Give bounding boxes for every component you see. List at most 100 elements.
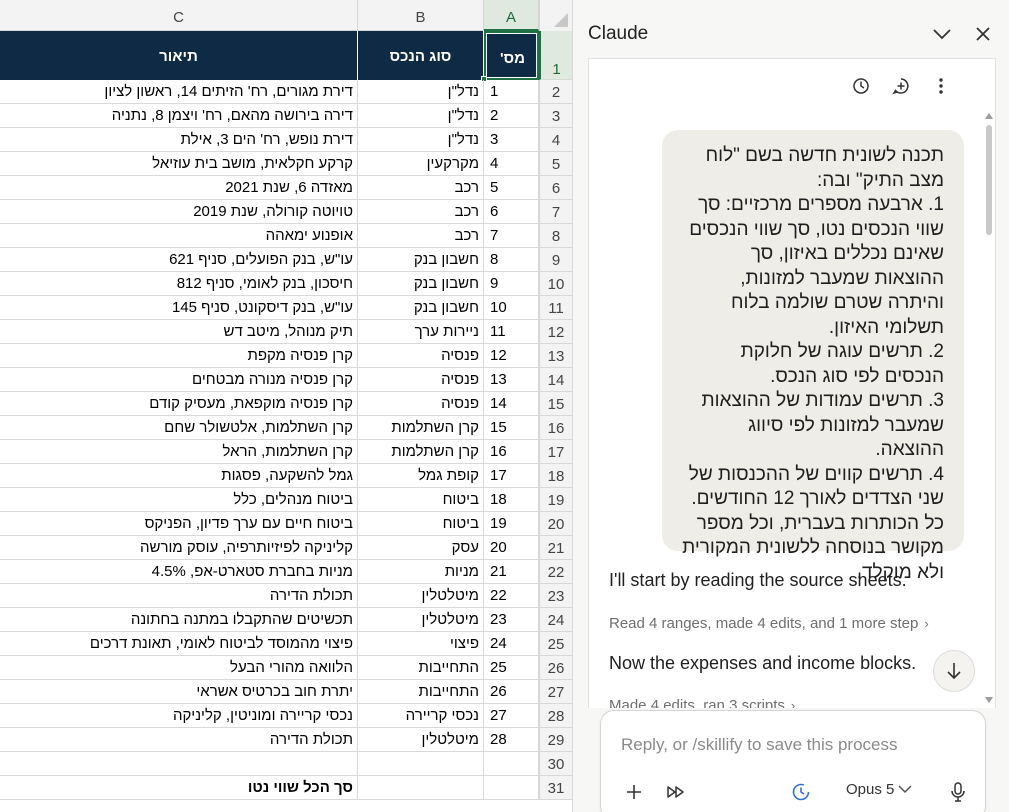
row-number[interactable]: 24	[539, 608, 572, 632]
asset-type-cell[interactable]: רכב	[358, 200, 484, 224]
number-cell[interactable]: 11	[484, 320, 539, 344]
more-options-icon[interactable]	[926, 71, 956, 101]
row-number[interactable]: 16	[539, 416, 572, 440]
microphone-icon[interactable]	[943, 777, 973, 807]
scroll-up-arrow-icon[interactable]	[985, 113, 993, 119]
model-selector[interactable]: Opus 5	[846, 781, 912, 798]
asset-type-cell[interactable]: התחייבות	[358, 656, 484, 680]
asset-type-cell[interactable]: קרן השתלמות	[358, 416, 484, 440]
number-cell[interactable]: 27	[484, 704, 539, 728]
row-number[interactable]: 30	[539, 752, 572, 776]
asset-type-cell[interactable]	[358, 752, 484, 776]
number-cell[interactable]: 22	[484, 584, 539, 608]
row-number[interactable]: 8	[539, 224, 572, 248]
number-cell[interactable]: 20	[484, 536, 539, 560]
description-cell[interactable]: דירת מגורים, רח' הזיתים 14, ראשון לציון	[0, 80, 358, 104]
row-number[interactable]: 29	[539, 728, 572, 752]
asset-type-cell[interactable]: ביטוח	[358, 512, 484, 536]
row-number[interactable]: 27	[539, 680, 572, 704]
number-cell[interactable]: 3	[484, 128, 539, 152]
asset-type-cell[interactable]: מיטלטלין	[358, 728, 484, 752]
description-cell[interactable]: קרן השתלמות, אלטשולר שחם	[0, 416, 358, 440]
chevron-down-icon[interactable]	[927, 19, 957, 49]
asset-type-cell[interactable]: חשבון בנק	[358, 272, 484, 296]
row-number[interactable]: 11	[539, 296, 572, 320]
reply-input[interactable]	[621, 735, 961, 755]
scroll-down-arrow-icon[interactable]	[985, 697, 993, 703]
description-cell[interactable]: חיסכון, בנק לאומי, סניף 812	[0, 272, 358, 296]
asset-type-cell[interactable]: נדל"ן	[358, 128, 484, 152]
number-cell[interactable]: 14	[484, 392, 539, 416]
new-chat-icon[interactable]	[886, 71, 916, 101]
row-number[interactable]: 28	[539, 704, 572, 728]
description-cell[interactable]: עו"ש, בנק הפועלים, סניף 621	[0, 248, 358, 272]
row-number[interactable]: 13	[539, 344, 572, 368]
number-cell[interactable]: 24	[484, 632, 539, 656]
description-cell[interactable]: פיצוי מהמוסד לביטוח לאומי, תאונת דרכים	[0, 632, 358, 656]
number-cell[interactable]: 10	[484, 296, 539, 320]
column-header-a[interactable]: A	[484, 0, 539, 31]
description-cell[interactable]: טויוטה קורולה, שנת 2019	[0, 200, 358, 224]
column-header-b[interactable]: B	[358, 0, 484, 31]
chat-scrollbar[interactable]	[985, 113, 993, 703]
header-asset-type-cell[interactable]: סוג הנכס	[358, 31, 484, 80]
number-cell[interactable]: 23	[484, 608, 539, 632]
number-cell[interactable]: 18	[484, 488, 539, 512]
number-cell[interactable]: 19	[484, 512, 539, 536]
row-number[interactable]: 15	[539, 392, 572, 416]
asset-type-cell[interactable]: נדל"ן	[358, 80, 484, 104]
asset-type-cell[interactable]: פנסיה	[358, 344, 484, 368]
skip-forward-icon[interactable]	[661, 777, 691, 807]
row-number[interactable]: 20	[539, 512, 572, 536]
asset-type-cell[interactable]: ניירות ערך	[358, 320, 484, 344]
row-number[interactable]: 9	[539, 248, 572, 272]
description-cell[interactable]: הלוואה מהורי הבעל	[0, 656, 358, 680]
description-cell[interactable]: יתרת חוב בכרטיס אשראי	[0, 680, 358, 704]
number-cell[interactable]: 25	[484, 656, 539, 680]
asset-type-cell[interactable]: פנסיה	[358, 392, 484, 416]
row-number[interactable]: 6	[539, 176, 572, 200]
number-cell[interactable]: 2	[484, 104, 539, 128]
number-cell[interactable]: 9	[484, 272, 539, 296]
number-cell[interactable]: 4	[484, 152, 539, 176]
description-cell[interactable]: סך הכל שווי נטו	[0, 776, 358, 800]
row-number[interactable]: 25	[539, 632, 572, 656]
close-icon[interactable]	[968, 19, 998, 49]
description-cell[interactable]: ביטוח חיים עם ערך פדיון, הפניקס	[0, 512, 358, 536]
number-cell[interactable]: 8	[484, 248, 539, 272]
number-cell[interactable]: 12	[484, 344, 539, 368]
asset-type-cell[interactable]: רכב	[358, 224, 484, 248]
number-cell[interactable]: 28	[484, 728, 539, 752]
asset-type-cell[interactable]: פיצוי	[358, 632, 484, 656]
asset-type-cell[interactable]: קופת גמל	[358, 464, 484, 488]
asset-type-cell[interactable]: מיטלטלין	[358, 584, 484, 608]
description-cell[interactable]	[0, 752, 358, 776]
asset-type-cell[interactable]: נדל"ן	[358, 104, 484, 128]
asset-type-cell[interactable]: מיטלטלין	[358, 608, 484, 632]
description-cell[interactable]: דירה בירושה מהאם, רח' ויצמן 8, נתניה	[0, 104, 358, 128]
header-number-cell-selected[interactable]: מס'	[484, 31, 539, 80]
description-cell[interactable]: נכסי קריירה ומוניטין, קליניקה	[0, 704, 358, 728]
asset-type-cell[interactable]: קרן השתלמות	[358, 440, 484, 464]
description-cell[interactable]: גמל להשקעה, פסגות	[0, 464, 358, 488]
row-number[interactable]: 14	[539, 368, 572, 392]
description-cell[interactable]: מניות בחברת סטארט-אפ, 4.5%	[0, 560, 358, 584]
row-number[interactable]: 7	[539, 200, 572, 224]
description-cell[interactable]: תכולת הדירה	[0, 584, 358, 608]
number-cell[interactable]	[484, 776, 539, 800]
description-cell[interactable]: קליניקה לפיזיותרפיה, עוסק מורשה	[0, 536, 358, 560]
add-attachment-icon[interactable]	[619, 777, 649, 807]
number-cell[interactable]: 21	[484, 560, 539, 584]
row-number[interactable]: 10	[539, 272, 572, 296]
scroll-to-bottom-button[interactable]	[933, 650, 975, 692]
column-header-c[interactable]: C	[0, 0, 358, 31]
asset-type-cell[interactable]: חשבון בנק	[358, 248, 484, 272]
description-cell[interactable]: מאזדה 6, שנת 2021	[0, 176, 358, 200]
row-number[interactable]: 21	[539, 536, 572, 560]
asset-type-cell[interactable]: התחייבות	[358, 680, 484, 704]
history-icon[interactable]	[846, 71, 876, 101]
row-number[interactable]: 2	[539, 80, 572, 104]
description-cell[interactable]: קרקע חקלאית, מושב בית עוזיאל	[0, 152, 358, 176]
description-cell[interactable]: קרן השתלמות, הראל	[0, 440, 358, 464]
description-cell[interactable]: תכשיטים שהתקבלו במתנה בחתונה	[0, 608, 358, 632]
